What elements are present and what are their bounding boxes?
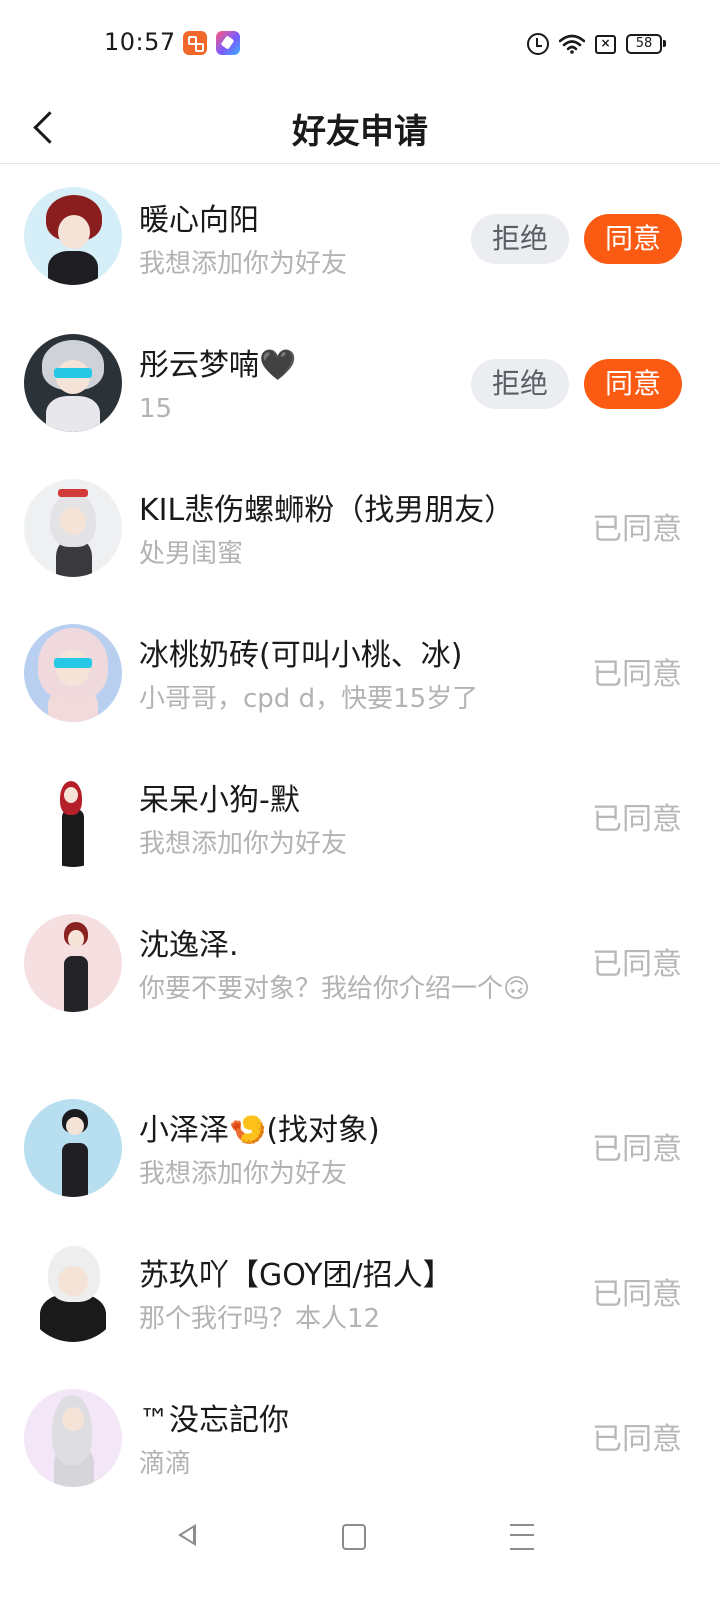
request-name: KIL悲伤螺蛳粉（找男朋友） (139, 493, 515, 528)
list-item[interactable]: 暖心向阳 我想添加你为好友 拒绝 同意 (0, 165, 720, 310)
avatar[interactable] (24, 914, 122, 1012)
sim-x-icon: × (595, 34, 616, 54)
list-item[interactable]: 呆呆小狗-默 我想添加你为好友 已同意 (0, 745, 720, 890)
request-name: 冰桃奶砖(可叫小桃、冰) (139, 638, 463, 673)
alarm-icon (527, 33, 549, 55)
request-name: 暖心向阳 (139, 203, 259, 238)
accepted-status: 已同意 (592, 1277, 682, 1312)
nav-back-icon[interactable] (156, 1506, 216, 1566)
app-orange-icon (183, 31, 207, 55)
request-name: 小泽泽🍤(找对象) (139, 1113, 380, 1148)
request-name: 呆呆小狗-默 (139, 783, 300, 818)
reject-button[interactable]: 拒绝 (471, 214, 569, 264)
accepted-status: 已同意 (592, 947, 682, 982)
list-item[interactable]: 冰桃奶砖(可叫小桃、冰) 小哥哥，cpd d，快要15岁了 已同意 (0, 600, 720, 745)
avatar[interactable] (24, 1244, 122, 1342)
header: 好友申请 (0, 88, 720, 164)
status-time: 10:57 (104, 28, 176, 56)
avatar[interactable] (24, 769, 122, 867)
avatar[interactable] (24, 187, 122, 285)
avatar[interactable] (24, 334, 122, 432)
request-message: 处男闺蜜 (139, 539, 244, 569)
request-message: 你要不要对象？我给你介绍一个🙃 (139, 974, 531, 1004)
status-indicators: × 58 (527, 32, 666, 56)
request-name: 苏玖吖【GOY团/招人】 (139, 1258, 453, 1293)
accept-button[interactable]: 同意 (584, 214, 682, 264)
request-message: 我想添加你为好友 (139, 249, 348, 279)
system-nav-bar (0, 1490, 720, 1600)
list-item[interactable]: 小泽泽🍤(找对象) 我想添加你为好友 已同意 (0, 1075, 720, 1220)
nav-home-icon[interactable] (323, 1506, 383, 1566)
accepted-status: 已同意 (592, 657, 682, 692)
request-name: 沈逸泽. (139, 928, 239, 963)
request-name: ™没忘記你 (139, 1403, 289, 1438)
list-item[interactable]: KIL悲伤螺蛳粉（找男朋友） 处男闺蜜 已同意 (0, 455, 720, 600)
accepted-status: 已同意 (592, 1132, 682, 1167)
battery-icon: 58 (626, 34, 666, 54)
request-message: 那个我行吗？本人12 (139, 1304, 381, 1334)
page-title: 好友申请 (292, 112, 428, 152)
accepted-status: 已同意 (592, 802, 682, 837)
reject-button[interactable]: 拒绝 (471, 359, 569, 409)
request-message: 我想添加你为好友 (139, 1159, 348, 1189)
request-message: 小哥哥，cpd d，快要15岁了 (139, 684, 479, 714)
request-message: 滴滴 (139, 1449, 192, 1479)
request-message: 15 (139, 394, 173, 424)
avatar[interactable] (24, 1389, 122, 1487)
accepted-status: 已同意 (592, 512, 682, 547)
wifi-icon (559, 34, 585, 54)
nav-menu-icon[interactable] (492, 1506, 552, 1566)
list-item[interactable]: ™没忘記你 滴滴 已同意 (0, 1365, 720, 1510)
app-gradient-icon (216, 31, 240, 55)
list-item[interactable]: 苏玖吖【GOY团/招人】 那个我行吗？本人12 已同意 (0, 1220, 720, 1365)
list-item[interactable]: 彤云梦喃🖤 15 拒绝 同意 (0, 310, 720, 455)
list-item[interactable]: 沈逸泽. 你要不要对象？我给你介绍一个🙃 已同意 (0, 890, 720, 1075)
request-message: 我想添加你为好友 (139, 829, 348, 859)
request-name: 彤云梦喃🖤 (139, 348, 297, 383)
avatar[interactable] (24, 479, 122, 577)
status-bar: 10:57 × 58 (0, 0, 720, 88)
avatar[interactable] (24, 1099, 122, 1197)
avatar[interactable] (24, 624, 122, 722)
accepted-status: 已同意 (592, 1422, 682, 1457)
accept-button[interactable]: 同意 (584, 359, 682, 409)
